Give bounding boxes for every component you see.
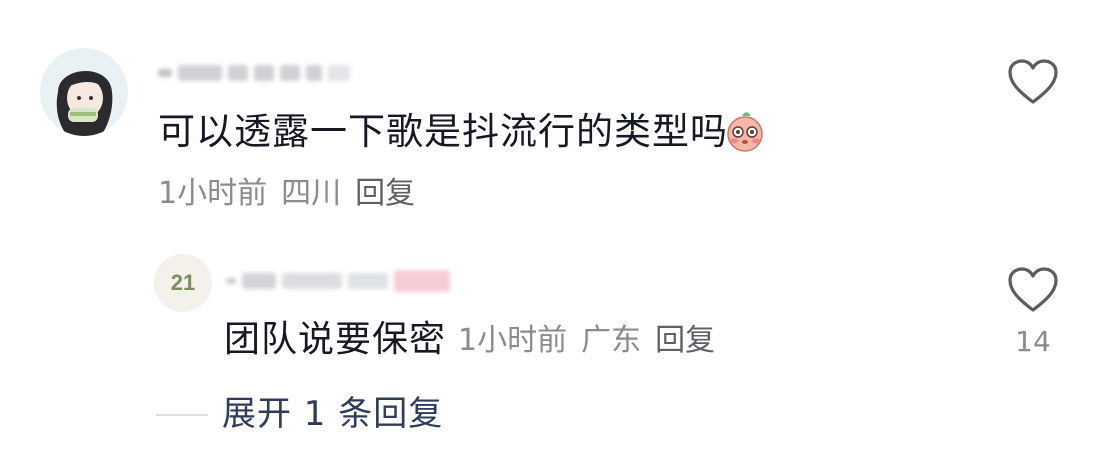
reply-time: 1小时前 [458, 323, 568, 358]
username-blur-segment [158, 69, 172, 77]
comment-meta: 1小时前 四川 回复 [158, 175, 429, 213]
commenter-username-blurred[interactable] [158, 58, 418, 88]
reply-location: 广东 [581, 323, 642, 358]
commenter-avatar[interactable] [40, 48, 128, 136]
username-blur-segment [348, 273, 388, 289]
reply-button[interactable]: 回复 [355, 176, 415, 211]
comment-location: 四川 [281, 176, 342, 211]
username-blur-segment [242, 273, 276, 289]
avatar-logo-text: 21 [171, 270, 195, 295]
blushing-face-emoji-icon [722, 108, 768, 154]
reply-meta: 1小时前 广东 回复 [458, 322, 729, 360]
comment-text: 可以透露一下歌是抖流行的类型吗 [158, 110, 728, 153]
reply-text: 团队说要保密 [224, 319, 447, 360]
replier-avatar[interactable]: 21 [154, 254, 212, 312]
username-blur-segment [328, 65, 350, 81]
username-blur-segment [254, 65, 274, 81]
heart-outline-icon[interactable] [1007, 266, 1059, 314]
replier-username-blurred[interactable] [226, 266, 476, 296]
like-count: 14 [1015, 325, 1051, 358]
heart-outline-icon[interactable] [1007, 58, 1059, 106]
username-blur-segment [228, 65, 248, 81]
username-blur-segment [306, 65, 322, 81]
username-blur-segment [394, 270, 450, 292]
comment-time: 1小时前 [158, 176, 268, 211]
expand-divider [156, 414, 208, 416]
username-blur-segment [282, 273, 342, 289]
username-blur-segment [280, 65, 300, 81]
username-blur-segment [178, 65, 222, 81]
reply-to-reply-button[interactable]: 回复 [655, 323, 715, 358]
expand-replies-button[interactable]: 展开 1 条回复 [222, 392, 443, 436]
username-blur-segment [226, 278, 236, 284]
